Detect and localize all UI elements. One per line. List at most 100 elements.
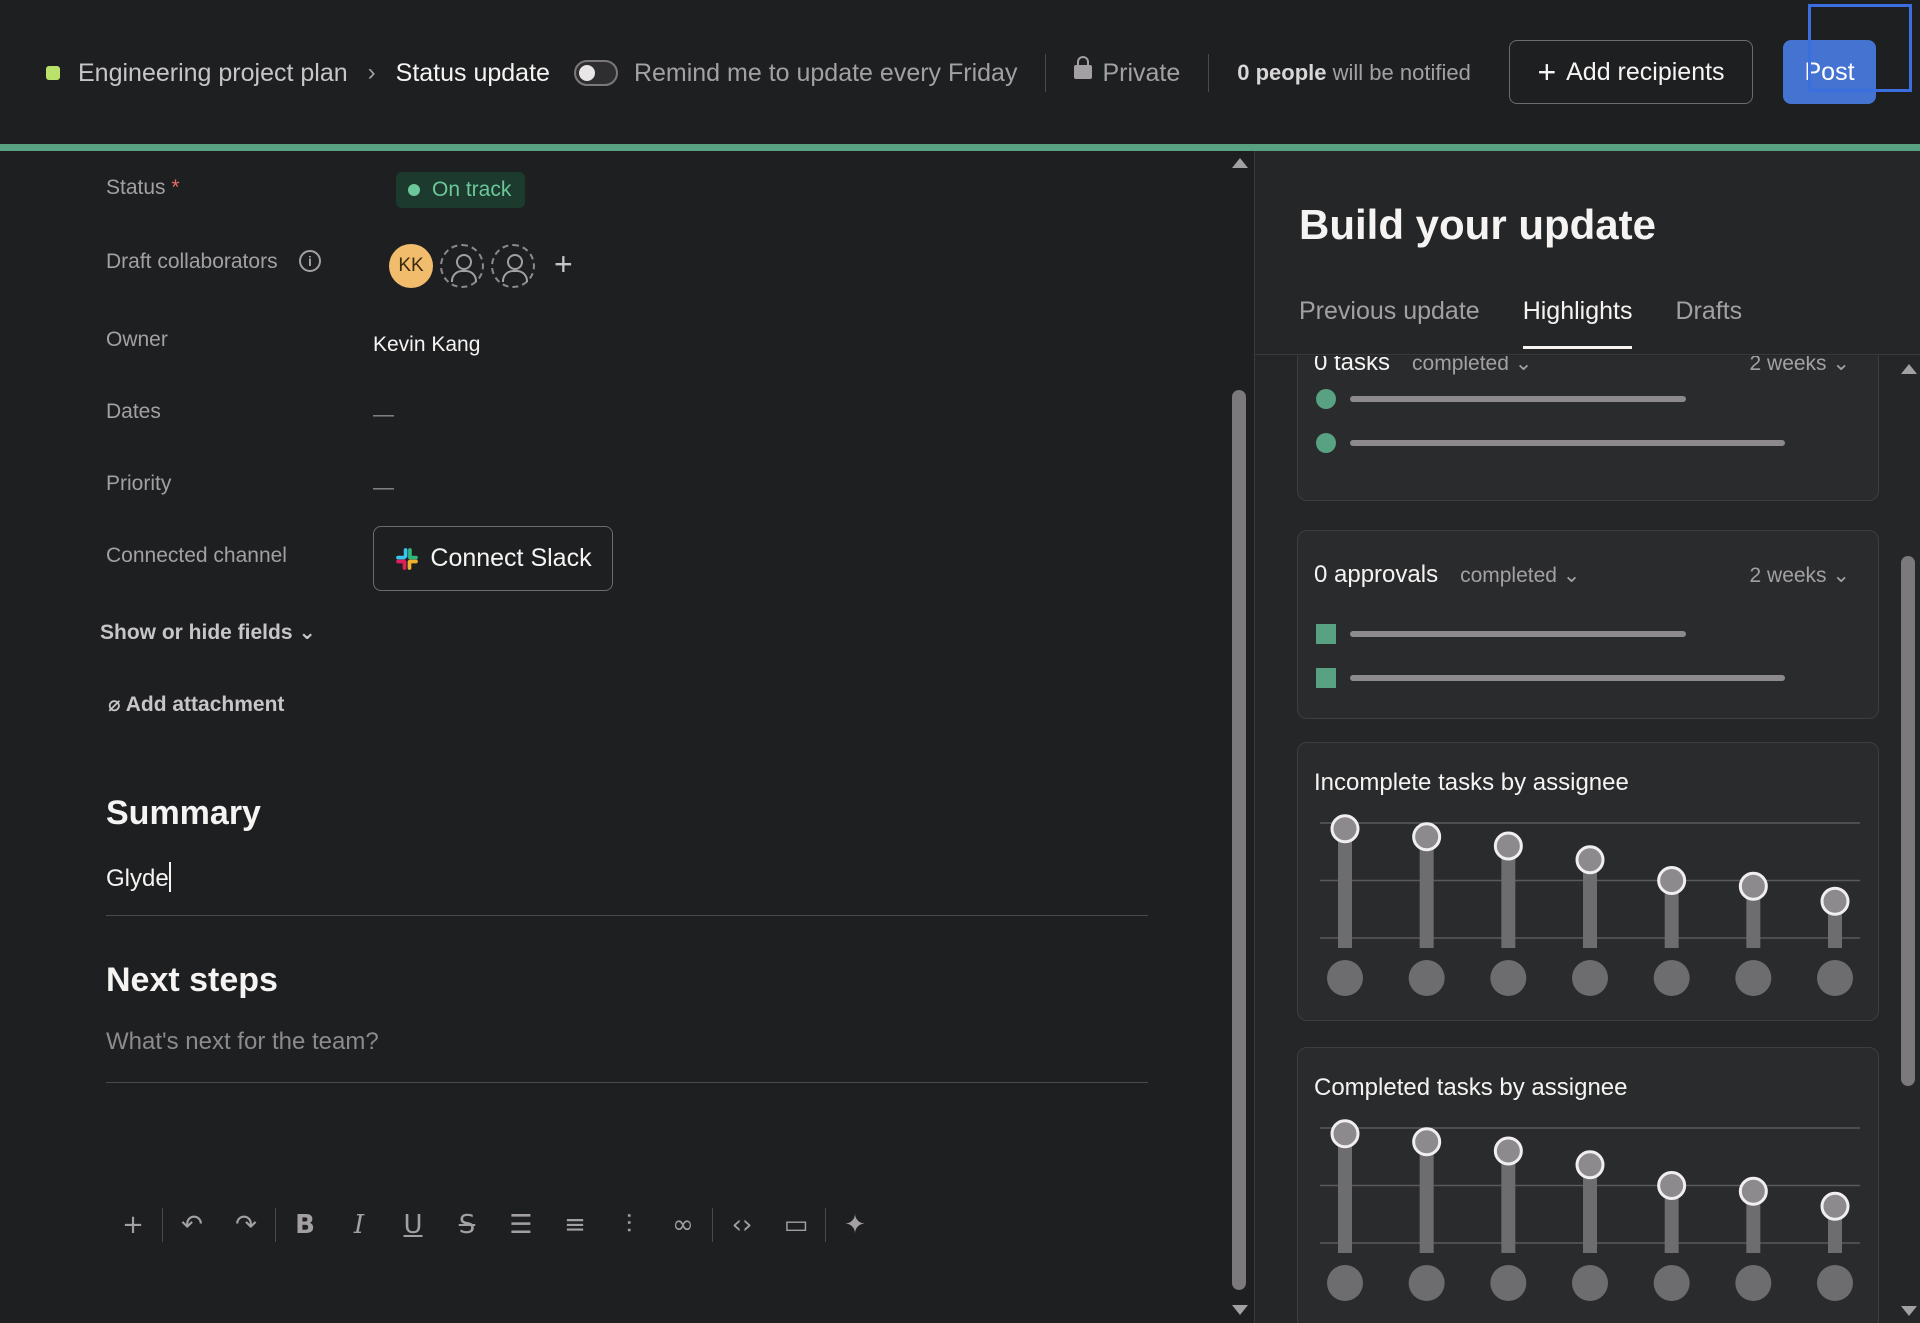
tab-highlights[interactable]: Highlights [1522,297,1633,349]
chart-point [1493,831,1523,861]
scroll-down-icon[interactable] [1901,1306,1917,1316]
add-attachment-button[interactable]: ⌀ Add attachment [108,692,284,717]
project-color-icon [46,66,60,80]
show-hide-label: Show or hide fields [100,621,293,644]
chart-point [1575,845,1605,875]
notify-count: 0 people [1237,60,1327,85]
left-scrollbar[interactable] [1226,150,1252,1323]
highlights-list: 0 tasks completed ⌄ 2 weeks ⌄ 0 approvals… [1255,356,1895,1323]
tasks-range-dropdown[interactable]: 2 weeks ⌄ [1750,356,1850,376]
next-steps-input[interactable]: What's next for the team? [106,1028,379,1056]
approval-square-icon [1316,668,1336,688]
add-collaborator-icon[interactable]: + [554,248,573,280]
chart-point [1738,1176,1768,1206]
breadcrumb-project[interactable]: Engineering project plan [78,59,348,88]
tasks-filter-dropdown[interactable]: completed ⌄ [1412,356,1532,375]
status-dot-icon [408,184,420,196]
chart-bar [1338,1133,1352,1253]
bullet-list-icon[interactable]: ☰ [494,1210,548,1240]
collaborators-label: Draft collaborators [106,250,278,273]
assignee-avatar-placeholder [1327,960,1363,996]
assignee-avatar-placeholder [1572,1265,1608,1301]
bold-icon[interactable]: B [278,1210,332,1240]
connect-slack-label: Connect Slack [430,544,592,572]
scroll-thumb[interactable] [1232,390,1246,1290]
chart-point [1412,1127,1442,1157]
remind-toggle[interactable] [573,60,618,86]
numbered-list-icon[interactable]: ≡ [548,1210,602,1240]
scroll-up-icon[interactable] [1901,364,1917,374]
task-dot-icon [1316,389,1336,409]
assignee-avatar-placeholder [1735,960,1772,996]
info-icon[interactable]: i [299,250,321,272]
tasks-card-head: 0 tasks completed ⌄ [1314,356,1532,377]
connect-slack-button[interactable]: Connect Slack [373,526,613,591]
chart-bar [1501,846,1516,948]
status-pill[interactable]: On track [396,172,526,208]
divider [712,1208,713,1242]
chart-bar [1501,1151,1516,1253]
remind-label: Remind me to update every Friday [633,58,1018,87]
owner-value[interactable]: Kevin Kang [373,333,480,357]
chart-point [1657,1171,1687,1200]
approvals-filter-dropdown[interactable]: completed ⌄ [1460,564,1580,587]
empty-avatar-icon[interactable] [440,244,484,288]
list-item [1316,432,1785,454]
right-scrollbar[interactable] [1895,356,1920,1323]
chevron-down-icon: ⌄ [298,621,316,644]
required-marker: * [171,176,180,199]
chevron-right-icon: › [367,59,376,86]
tasks-count: 0 tasks [1314,356,1391,376]
code-icon[interactable]: ‹› [715,1210,769,1240]
approvals-count: 0 approvals [1314,561,1439,588]
link-icon[interactable]: ∞ [656,1210,710,1240]
assignee-avatar-placeholder [1817,960,1853,996]
summary-input[interactable]: Glyde [106,862,171,893]
panel-tabs: Previous update Highlights Drafts [1299,297,1785,349]
incomplete-tasks-chart [1320,814,1860,996]
divider [1255,354,1920,355]
approvals-card: 0 approvals completed ⌄ 2 weeks ⌄ [1297,530,1879,719]
assignee-avatar-placeholder [1408,960,1445,996]
assignee-avatar-placeholder [1653,960,1690,996]
next-steps-heading: Next steps [106,961,278,999]
tab-previous-update[interactable]: Previous update [1299,297,1480,349]
scroll-thumb[interactable] [1901,556,1915,1086]
chart-point [1820,886,1850,916]
quote-icon[interactable]: ⫶ [602,1210,656,1241]
scroll-up-icon[interactable] [1232,158,1248,168]
status-value: On track [432,178,512,201]
summary-heading: Summary [106,794,261,832]
scroll-down-icon[interactable] [1232,1305,1248,1315]
status-label: Status * [106,176,180,200]
divider [825,1208,826,1242]
priority-value[interactable]: — [373,476,394,500]
italic-icon[interactable]: I [332,1210,386,1240]
underline-icon[interactable]: U [386,1210,440,1240]
chart-point [1657,866,1687,895]
ai-sparkle-icon[interactable]: ✦ [828,1210,882,1240]
empty-avatar-icon[interactable] [491,244,535,288]
chart-point [1738,871,1768,901]
undo-icon[interactable]: ↶ [165,1210,219,1240]
placeholder-line [1350,631,1686,637]
approval-square-icon [1316,624,1336,644]
dates-value[interactable]: — [373,403,394,427]
tab-drafts[interactable]: Drafts [1675,297,1742,349]
avatar[interactable]: KK [389,244,433,288]
list-item [1316,388,1686,410]
approvals-range-dropdown[interactable]: 2 weeks ⌄ [1750,563,1850,588]
show-hide-fields-button[interactable]: Show or hide fields ⌄ [100,620,316,645]
chart-point [1412,822,1442,852]
assignee-avatar-placeholder [1817,1265,1853,1301]
embed-icon[interactable]: ▭ [769,1210,823,1240]
assignee-avatar-placeholder [1408,1265,1445,1301]
incomplete-tasks-chart-card: Incomplete tasks by assignee [1297,742,1879,1021]
redo-icon[interactable]: ↷ [219,1210,273,1240]
privacy-setting[interactable]: Private [1074,55,1180,88]
plus-icon[interactable]: + [106,1210,160,1240]
strikethrough-icon[interactable]: S [440,1210,494,1240]
assignee-avatar-placeholder [1490,1265,1527,1301]
add-recipients-button[interactable]: + Add recipients [1509,40,1753,104]
dates-label: Dates [106,400,161,423]
